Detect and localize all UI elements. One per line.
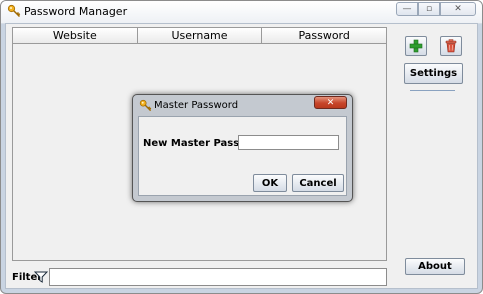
ok-button[interactable]: OK — [253, 174, 287, 192]
maximize-button[interactable]: ▫ — [418, 2, 440, 16]
close-icon: ✕ — [454, 4, 462, 14]
dialog-close-button[interactable]: ✕ — [314, 96, 347, 109]
settings-button[interactable]: Settings — [404, 63, 463, 84]
delete-entry-button[interactable] — [440, 36, 462, 56]
master-password-dialog: Master Password ✕ New Master Password OK… — [132, 94, 353, 202]
maximize-icon: ▫ — [425, 4, 433, 14]
add-icon — [409, 39, 423, 53]
key-icon — [7, 4, 21, 18]
password-manager-window: Password Manager — ▫ ✕ Website Username … — [0, 0, 483, 294]
dialog-title: Master Password — [154, 100, 239, 111]
minimize-button[interactable]: — — [396, 2, 418, 16]
column-header-website[interactable]: Website — [13, 28, 138, 43]
key-icon — [139, 99, 152, 112]
close-icon: ✕ — [326, 97, 335, 108]
add-entry-button[interactable] — [405, 36, 427, 56]
dialog-title-bar[interactable]: Master Password ✕ — [133, 95, 352, 115]
about-button[interactable]: About — [405, 258, 465, 275]
column-header-username[interactable]: Username — [138, 28, 263, 43]
column-header-password[interactable]: Password — [262, 28, 386, 43]
window-controls: — ▫ ✕ — [396, 2, 476, 18]
minimize-icon: — — [402, 4, 412, 14]
dialog-body: New Master Password OK Cancel — [138, 116, 347, 196]
filter-input[interactable] — [49, 268, 387, 286]
sidebar-separator — [410, 90, 455, 91]
trash-icon — [445, 39, 457, 53]
funnel-icon — [34, 271, 48, 283]
table-header: Website Username Password — [13, 28, 386, 44]
new-master-password-field[interactable] — [238, 135, 339, 150]
title-bar[interactable]: Password Manager — ▫ ✕ — [1, 1, 482, 24]
window-title: Password Manager — [24, 5, 128, 18]
close-button[interactable]: ✕ — [440, 2, 476, 16]
cancel-button[interactable]: Cancel — [292, 174, 344, 192]
